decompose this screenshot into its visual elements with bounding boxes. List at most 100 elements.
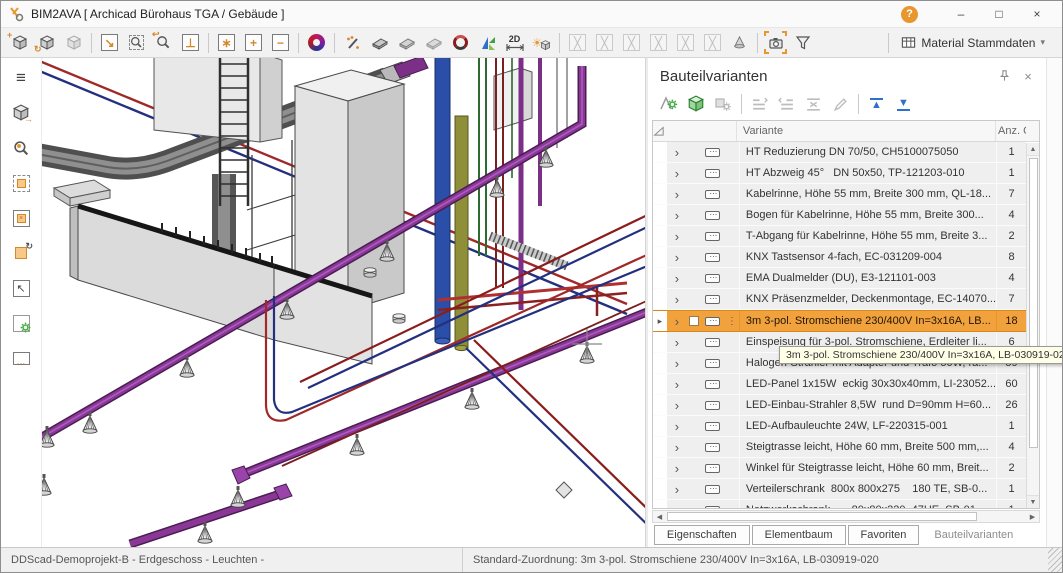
maximize-button[interactable]: □ xyxy=(982,4,1016,24)
material-master-dropdown[interactable]: Material Stammdaten ▾ xyxy=(893,33,1053,52)
row-badge-icon[interactable]: ⋯ xyxy=(701,374,725,394)
row-expander-icon[interactable]: › xyxy=(667,226,687,246)
model-navigate-icon[interactable]: → xyxy=(9,101,33,125)
screenshot-camera-icon[interactable] xyxy=(762,30,789,55)
riser-pipes[interactable] xyxy=(435,58,627,351)
row-expander-icon[interactable]: › xyxy=(667,353,687,373)
zoom-in-icon[interactable]: + xyxy=(240,30,267,55)
dimension-2d-icon[interactable]: 2D xyxy=(501,30,528,55)
minimize-button[interactable]: – xyxy=(944,4,978,24)
slab-solid-icon[interactable] xyxy=(366,30,393,55)
row-checkbox[interactable] xyxy=(687,142,701,162)
table-row[interactable]: ▸ › ⋯ ⋮ LED-Panel 1x15W eckig 30x30x40mm… xyxy=(653,374,1026,395)
row-expander-icon[interactable]: › xyxy=(667,332,687,352)
model-viewport[interactable] xyxy=(41,58,645,547)
row-checkbox[interactable] xyxy=(687,500,701,508)
help-button[interactable]: ? xyxy=(901,6,918,23)
table-row[interactable]: ▸ › ⋯ ⋮ EMA Dualmelder (DU), E3-121101-0… xyxy=(653,268,1026,289)
delete-object-icon[interactable]: × xyxy=(9,206,33,230)
row-badge-icon[interactable]: ⋯ xyxy=(701,479,725,499)
row-checkbox[interactable] xyxy=(687,226,701,246)
row-expander-icon[interactable]: › xyxy=(667,311,687,331)
horizontal-scroll-thumb[interactable] xyxy=(667,512,977,521)
row-expander-icon[interactable]: › xyxy=(667,395,687,415)
component-cube-icon[interactable] xyxy=(683,91,710,117)
table-horizontal-scrollbar[interactable]: ◀ ▶ xyxy=(652,510,1040,523)
row-checkbox[interactable] xyxy=(687,479,701,499)
row-checkbox[interactable] xyxy=(687,184,701,204)
row-expander-icon[interactable]: › xyxy=(667,205,687,225)
ring-analysis-icon[interactable] xyxy=(447,30,474,55)
table-row[interactable]: ▸ › ⋯ ⋮ LED-Aufbauleuchte 24W, LF-220315… xyxy=(653,416,1026,437)
rotate-model-icon[interactable]: ↻ xyxy=(33,30,60,55)
row-expander-icon[interactable]: › xyxy=(667,458,687,478)
row-checkbox[interactable] xyxy=(687,395,701,415)
scroll-down-icon[interactable]: ▼ xyxy=(1027,495,1039,508)
page-settings-icon[interactable] xyxy=(9,311,33,335)
table-row[interactable]: ▸ › ⋯ ⋮ Bogen für Kabelrinne, Höhe 55 mm… xyxy=(653,205,1026,226)
zoom-fit-icon[interactable]: ⊥ xyxy=(177,30,204,55)
pin-icon[interactable] xyxy=(994,67,1014,85)
cone-view-icon[interactable] xyxy=(726,30,753,55)
row-expander-icon[interactable]: › xyxy=(667,142,687,162)
column-header-count[interactable]: Anz. Ob xyxy=(996,125,1026,137)
zoom-all-icon[interactable]: ∗ xyxy=(213,30,240,55)
resize-grip[interactable] xyxy=(1048,548,1062,572)
concrete-column[interactable] xyxy=(295,70,404,310)
3d-model-view[interactable] xyxy=(42,58,645,547)
row-checkbox[interactable] xyxy=(687,416,701,436)
search-icon[interactable] xyxy=(9,136,33,160)
panel-tab[interactable]: Eigenschaften xyxy=(654,525,750,545)
row-badge-icon[interactable]: ⋯ xyxy=(701,458,725,478)
zoom-extents-icon[interactable]: ↘ xyxy=(96,30,123,55)
table-row[interactable]: ▸ › ⋯ ⋮ LED-Einbau-Strahler 8,5W rund D=… xyxy=(653,395,1026,416)
table-row[interactable]: ▸ › ⋯ ⋮ T-Abgang für Kabelrinne, Höhe 55… xyxy=(653,226,1026,247)
filter-icon[interactable] xyxy=(789,30,816,55)
row-checkbox[interactable] xyxy=(687,332,701,352)
row-expander-icon[interactable]: › xyxy=(667,437,687,457)
table-row[interactable]: ▸ › ⋯ ⋮ HT Reduzierung DN 70/50, CH51000… xyxy=(653,142,1026,163)
row-badge-icon[interactable]: ⋯ xyxy=(701,289,725,309)
vertical-scroll-thumb[interactable] xyxy=(1029,158,1038,448)
row-badge-icon[interactable]: ⋯ xyxy=(701,395,725,415)
row-checkbox[interactable] xyxy=(687,247,701,267)
table-row[interactable]: ▸ › ⋯ ⋮ KNX Präsenzmelder, Deckenmontage… xyxy=(653,289,1026,310)
row-checkbox[interactable] xyxy=(687,163,701,183)
row-badge-icon[interactable]: ⋯ xyxy=(701,184,725,204)
row-badge-icon[interactable]: ⋯ xyxy=(701,247,725,267)
row-expander-icon[interactable]: › xyxy=(667,500,687,508)
row-expander-icon[interactable]: › xyxy=(667,289,687,309)
zoom-out-icon[interactable]: − xyxy=(267,30,294,55)
marquee-select-icon[interactable] xyxy=(9,171,33,195)
row-checkbox[interactable] xyxy=(687,437,701,457)
zoom-window-icon[interactable] xyxy=(123,30,150,55)
panel-tab[interactable]: Favoriten xyxy=(848,525,920,545)
row-badge-icon[interactable]: ⋯ xyxy=(701,311,725,331)
table-row[interactable]: ▸ › ⋯ ⋮ Winkel für Steigtrasse leicht, H… xyxy=(653,458,1026,479)
filter-triangle-icon[interactable] xyxy=(653,125,667,138)
row-expander-icon[interactable]: › xyxy=(667,184,687,204)
row-checkbox[interactable] xyxy=(687,205,701,225)
row-badge-icon[interactable]: ⋯ xyxy=(701,332,725,352)
menu-icon[interactable]: ≡ xyxy=(9,66,33,90)
row-expander-icon[interactable]: › xyxy=(667,416,687,436)
row-badge-icon[interactable]: ⋯ xyxy=(701,353,725,373)
slab-wire-icon[interactable] xyxy=(420,30,447,55)
scroll-left-icon[interactable]: ◀ xyxy=(653,511,666,522)
table-row[interactable]: ▸ › ⋯ ⋮ Steigtrasse leicht, Höhe 60 mm, … xyxy=(653,437,1026,458)
probe-tool-icon[interactable] xyxy=(339,30,366,55)
panel-tab[interactable]: Elementbaum xyxy=(752,525,846,545)
shaft-box[interactable] xyxy=(154,58,282,142)
row-badge-icon[interactable]: ⋯ xyxy=(701,163,725,183)
row-drag-handle[interactable]: ⋮ xyxy=(725,311,739,331)
row-checkbox[interactable] xyxy=(687,268,701,288)
zoom-previous-icon[interactable]: ↩ xyxy=(150,30,177,55)
row-badge-icon[interactable]: ⋯ xyxy=(701,226,725,246)
row-expander-icon[interactable]: › xyxy=(667,247,687,267)
chart-legend-icon[interactable] xyxy=(474,30,501,55)
row-badge-icon[interactable]: ⋯ xyxy=(701,268,725,288)
row-badge-icon[interactable]: ⋯ xyxy=(701,500,725,508)
table-row[interactable]: ▸ › ⋯ ⋮ Verteilerschrank 800x 800x275 18… xyxy=(653,479,1026,500)
row-badge-icon[interactable]: ⋯ xyxy=(701,416,725,436)
scroll-right-icon[interactable]: ▶ xyxy=(1026,511,1039,522)
